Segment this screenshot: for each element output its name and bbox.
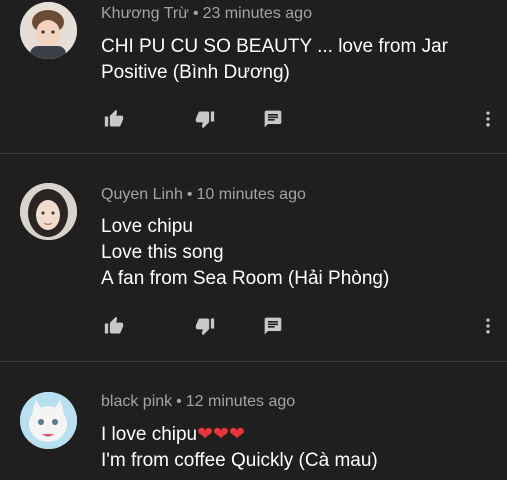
reply-icon (264, 317, 282, 335)
dislike-button[interactable] (193, 107, 217, 131)
dislike-button[interactable] (193, 314, 217, 338)
comment-item: Quyen Linh • 10 minutes ago Love chipu Lov… (0, 154, 507, 362)
author-name[interactable]: black pink (101, 393, 172, 410)
comment-item: black pink • 12 minutes ago I love chipu❤❤… (0, 362, 507, 480)
thumbs-up-icon (104, 316, 124, 334)
comment-line: A fan from Sea Room (Hải Phòng) (101, 268, 390, 289)
thumbs-up-icon (104, 109, 124, 127)
author-name[interactable]: Quyen Linh (101, 186, 183, 203)
thumbs-down-icon (195, 111, 215, 129)
timestamp[interactable]: 23 minutes ago (203, 5, 312, 22)
avatar[interactable] (20, 392, 77, 449)
more-vertical-icon (486, 111, 490, 127)
comment-line: Positive (Bình Dương) (101, 62, 290, 83)
like-button[interactable] (102, 314, 126, 338)
comment-line-text: I love chipu (101, 424, 198, 445)
comment-text: CHI PU CU SO BEAUTY ... love from Jar Po… (101, 34, 448, 86)
author-name[interactable]: Khương Trừ (101, 5, 189, 22)
comment-meta: Quyen Linh • 10 minutes ago (101, 186, 306, 204)
comment-item: Khương Trừ • 23 minutes ago CHI PU CU SO B… (0, 0, 507, 154)
comment-meta: black pink • 12 minutes ago (101, 393, 295, 411)
comment-meta: Khương Trừ • 23 minutes ago (101, 5, 312, 23)
reply-button[interactable] (261, 314, 285, 338)
comment-line: I'm from coffee Quickly (Cà mau) (101, 450, 378, 471)
comment-text: I love chipu❤❤❤ I'm from coffee Quickly … (101, 422, 378, 474)
heart-emoji: ❤❤❤ (197, 424, 245, 445)
comment-text: Love chipu Love this song A fan from Sea… (101, 214, 389, 292)
more-vertical-icon (486, 318, 490, 334)
like-button[interactable] (102, 107, 126, 131)
separator-dot: • (192, 5, 199, 22)
avatar[interactable] (20, 183, 77, 240)
reply-button[interactable] (261, 107, 285, 131)
more-button[interactable] (476, 314, 500, 338)
reply-icon (264, 110, 282, 128)
comment-line: Love this song (101, 242, 224, 263)
thumbs-down-icon (195, 318, 215, 336)
avatar[interactable] (20, 2, 77, 59)
comment-line: I love chipu❤❤❤ (101, 422, 378, 448)
separator-dot: • (176, 393, 182, 410)
timestamp[interactable]: 10 minutes ago (196, 186, 305, 203)
comment-line: CHI PU CU SO BEAUTY ... love from Jar (101, 36, 449, 57)
more-button[interactable] (476, 107, 500, 131)
comment-actions (0, 107, 507, 131)
comment-line: Love chipu (101, 216, 193, 237)
timestamp[interactable]: 12 minutes ago (186, 393, 295, 410)
comment-actions (0, 314, 507, 338)
separator-dot: • (186, 186, 193, 203)
